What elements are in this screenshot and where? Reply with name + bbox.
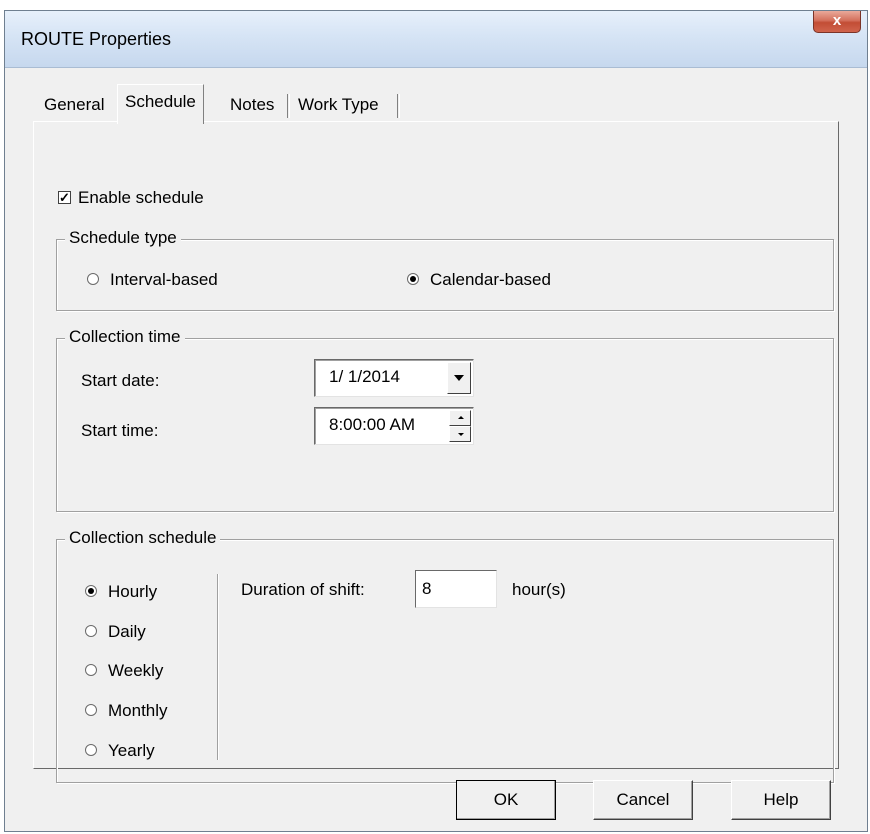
start-time-value: 8:00:00 AM	[329, 415, 416, 434]
help-button[interactable]: Help	[731, 780, 831, 820]
collection-schedule-title: Collection schedule	[65, 528, 221, 548]
schedule-type-group: Schedule type Interval-based Calendar-ba…	[56, 228, 834, 311]
spin-down-icon[interactable]	[449, 426, 471, 442]
monthly-label: Monthly	[108, 701, 168, 720]
daily-label: Daily	[108, 622, 146, 641]
tab-notes[interactable]: Notes	[223, 90, 281, 122]
duration-value: 8	[422, 579, 432, 598]
collection-time-group: Collection time Start date: 1/ 1/2014 St…	[56, 327, 834, 512]
tab-separator	[397, 94, 400, 118]
close-button[interactable]: x	[813, 11, 861, 33]
radio-button[interactable]	[85, 585, 97, 597]
collection-schedule-group: Collection schedule Hourly Daily Weekly …	[56, 528, 834, 783]
start-date-label: Start date:	[81, 371, 160, 390]
interval-based-label: Interval-based	[110, 270, 218, 289]
check-mark-icon: ✓	[59, 190, 70, 205]
properties-dialog: ROUTE Properties x General Schedule Note…	[4, 10, 868, 832]
start-time-label: Start time:	[81, 421, 159, 440]
spin-up-icon[interactable]	[449, 410, 471, 426]
duration-label: Duration of shift:	[241, 580, 365, 599]
title-bar[interactable]: ROUTE Properties x	[5, 11, 867, 68]
duration-input[interactable]: 8	[415, 570, 497, 608]
duration-unit-label: hour(s)	[512, 580, 566, 599]
radio-button[interactable]	[407, 273, 419, 285]
tab-separator	[287, 94, 290, 118]
dialog-client: General Schedule Notes Work Type ✓ Enabl…	[13, 68, 859, 823]
enable-schedule-label: Enable schedule	[78, 188, 204, 207]
calendar-based-label: Calendar-based	[430, 270, 551, 289]
vertical-divider	[217, 574, 219, 760]
window-title: ROUTE Properties	[21, 29, 172, 49]
schedule-tab-panel: ✓ Enable schedule Schedule type Interval…	[33, 121, 839, 783]
ok-button[interactable]: OK	[456, 780, 556, 820]
chevron-down-icon[interactable]	[447, 362, 471, 394]
radio-button[interactable]	[85, 744, 97, 756]
yearly-label: Yearly	[108, 741, 155, 760]
tab-work-type[interactable]: Work Type	[291, 90, 386, 122]
checkbox-box[interactable]: ✓	[58, 191, 71, 204]
tab-general[interactable]: General	[37, 90, 111, 122]
radio-button[interactable]	[85, 664, 97, 676]
weekly-label: Weekly	[108, 661, 164, 680]
cancel-button[interactable]: Cancel	[593, 780, 693, 820]
time-spinner	[449, 410, 471, 442]
hourly-label: Hourly	[108, 582, 158, 601]
tab-schedule[interactable]: Schedule	[117, 84, 204, 124]
collection-time-title: Collection time	[65, 327, 185, 347]
schedule-type-title: Schedule type	[65, 228, 181, 248]
start-date-value: 1/ 1/2014	[329, 367, 400, 386]
radio-button[interactable]	[85, 625, 97, 637]
radio-button[interactable]	[85, 704, 97, 716]
close-icon: x	[832, 12, 842, 29]
start-date-picker[interactable]: 1/ 1/2014	[314, 359, 474, 397]
radio-button[interactable]	[87, 273, 99, 285]
start-time-picker[interactable]: 8:00:00 AM	[314, 407, 474, 445]
